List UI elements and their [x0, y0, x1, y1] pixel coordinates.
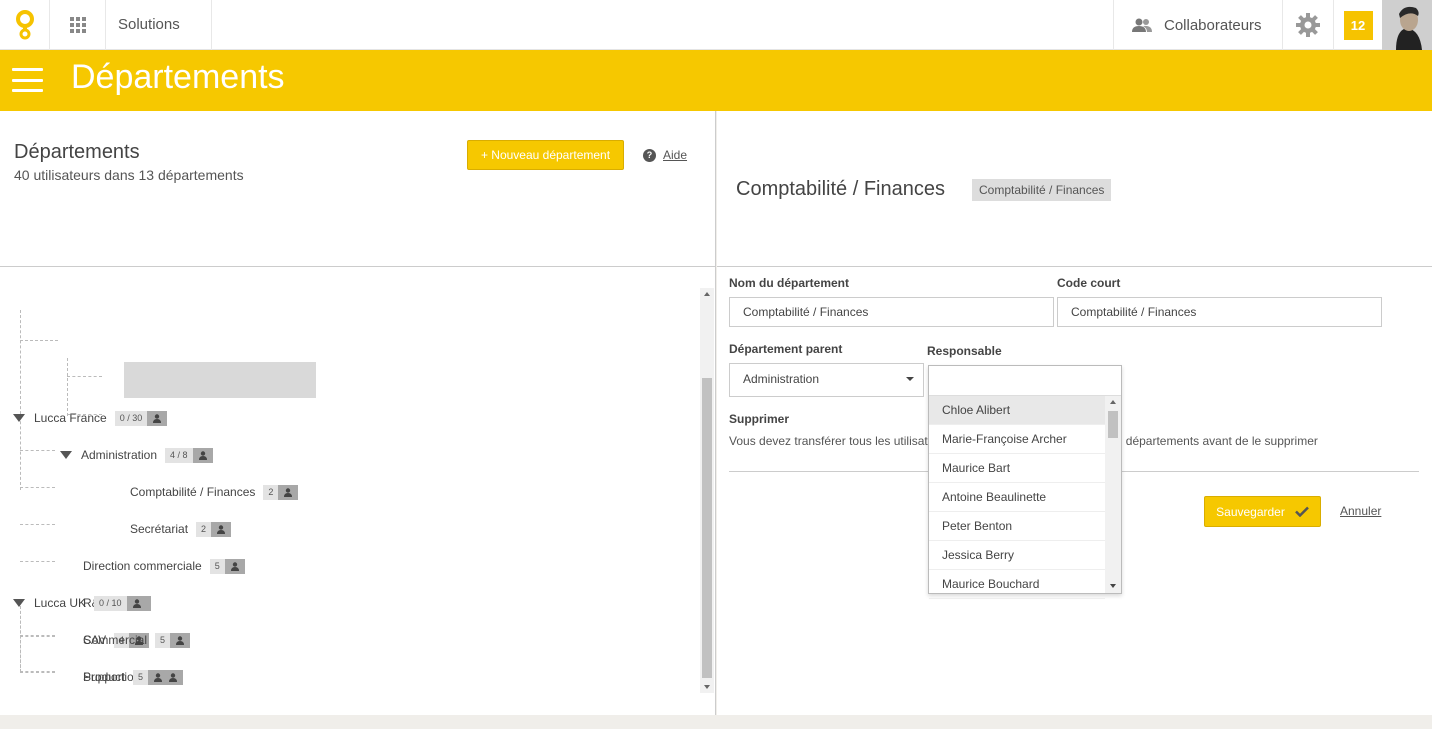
settings-button[interactable] — [1282, 0, 1333, 50]
user-icon — [217, 524, 226, 534]
dropdown-scrollbar[interactable] — [1105, 396, 1121, 593]
manager-option[interactable]: Maurice Bouchard — [929, 570, 1105, 599]
users-icon — [1132, 18, 1152, 32]
right-panel-header: Comptabilité / Finances Comptabilité / F… — [717, 111, 1432, 267]
parent-department-value: Administration — [743, 372, 820, 386]
tree-scrollbar[interactable] — [700, 288, 714, 693]
parent-department-select[interactable]: Administration — [729, 363, 924, 397]
manager-label: Responsable — [927, 344, 1002, 358]
tree-node-administration[interactable]: Administration 4 / 8 — [60, 445, 213, 465]
user-count-badge: 4 / 8 — [165, 447, 213, 463]
cancel-link[interactable]: Annuler — [1340, 504, 1381, 518]
user-count-badge: 2 — [263, 484, 299, 500]
scroll-down-arrow-icon[interactable] — [1110, 584, 1116, 588]
manager-option[interactable]: Chloe Alibert — [929, 396, 1105, 425]
dropdown-scrollbar-thumb[interactable] — [1108, 411, 1118, 438]
departments-summary: 40 utilisateurs dans 13 départements — [14, 167, 244, 183]
scroll-up-arrow-icon[interactable] — [704, 292, 710, 296]
short-code-input[interactable]: Comptabilité / Finances — [1057, 297, 1382, 327]
notifications-button[interactable]: 12 — [1333, 0, 1382, 50]
help-link[interactable]: ? Aide — [643, 148, 687, 162]
hamburger-menu-icon[interactable] — [12, 68, 43, 92]
manager-option[interactable]: Peter Benton — [929, 512, 1105, 541]
user-icon — [132, 598, 141, 608]
departments-heading: Départements — [14, 141, 140, 163]
department-title: Comptabilité / Finances — [736, 178, 945, 200]
logo-icon — [15, 10, 34, 40]
parent-department-label: Département parent — [729, 342, 843, 356]
user-icon — [169, 672, 178, 682]
collaborateurs-link[interactable]: Collaborateurs — [1113, 0, 1282, 50]
user-icon — [230, 561, 239, 571]
new-department-button[interactable]: + Nouveau département — [467, 140, 624, 170]
manager-options-list: Chloe Alibert Marie-Françoise Archer Mau… — [929, 396, 1105, 599]
user-icon — [284, 487, 293, 497]
grid-icon — [69, 17, 86, 33]
department-name-input[interactable]: Comptabilité / Finances — [729, 297, 1054, 327]
manager-option[interactable]: Marie-Françoise Archer — [929, 425, 1105, 454]
notification-count-badge: 12 — [1343, 10, 1373, 40]
user-count-badge: 0 / 30 — [114, 410, 168, 426]
caret-down-icon[interactable] — [60, 451, 72, 459]
avatar-photo-icon — [1382, 0, 1432, 50]
user-avatar[interactable] — [1382, 0, 1432, 50]
tree-node-commercial[interactable]: Commercial 5 — [83, 630, 191, 650]
departments-tree-panel: Départements 40 utilisateurs dans 13 dép… — [0, 111, 716, 715]
department-name-label: Nom du département — [729, 276, 850, 290]
scrollbar-thumb[interactable] — [702, 378, 712, 678]
apps-menu-button[interactable] — [50, 0, 106, 50]
collaborateurs-label: Collaborateurs — [1164, 16, 1262, 34]
manager-option[interactable]: Maurice Bart — [929, 454, 1105, 483]
solutions-link[interactable]: Solutions — [106, 0, 212, 50]
caret-down-icon[interactable] — [13, 414, 25, 422]
user-icon — [176, 635, 185, 645]
user-icon — [198, 450, 207, 460]
manager-option[interactable]: Antoine Beaulinette — [929, 483, 1105, 512]
tree-node-comptabilite-finances[interactable]: Comptabilité / Finances 2 — [130, 482, 299, 502]
short-code-label: Code court — [1057, 276, 1121, 290]
user-count-badge: 0 / 10 — [94, 595, 147, 611]
page-header: Départements — [0, 50, 1432, 111]
lucca-logo[interactable] — [0, 0, 50, 50]
tree-node-support[interactable]: Support 5 — [83, 667, 169, 687]
left-panel-header: Départements 40 utilisateurs dans 13 dép… — [0, 111, 716, 267]
user-count-badge: 5 — [155, 632, 191, 648]
top-navbar: Solutions Collaborateurs 12 — [0, 0, 1432, 50]
user-icon — [154, 672, 163, 682]
user-count-badge: 2 — [196, 521, 232, 537]
gear-icon — [1296, 13, 1320, 37]
user-count-badge: 5 — [209, 558, 245, 574]
delete-section-label: Supprimer — [729, 412, 790, 426]
department-code-tag: Comptabilité / Finances — [972, 179, 1112, 201]
selected-node-highlight — [124, 362, 316, 398]
scroll-down-arrow-icon[interactable] — [704, 685, 710, 689]
user-icon — [153, 413, 162, 423]
tree-node-direction-commerciale[interactable]: Direction commerciale 5 — [83, 556, 245, 576]
manager-select-dropdown[interactable]: Chloe Alibert Marie-Françoise Archer Mau… — [928, 365, 1122, 599]
manager-search-input[interactable] — [929, 366, 1121, 396]
tree-node-lucca-uk[interactable]: Lucca UK 0 / 10 — [13, 593, 147, 613]
save-button-label: Sauvegarder — [1216, 504, 1285, 519]
help-label: Aide — [663, 148, 688, 162]
tree-node-lucca-france[interactable]: Lucca France 0 / 30 — [13, 408, 168, 428]
page-title: Départements — [71, 58, 285, 96]
user-count-badge: 5 — [133, 669, 169, 685]
question-icon: ? — [643, 148, 656, 162]
scroll-up-arrow-icon[interactable] — [1110, 400, 1116, 404]
manager-option[interactable]: Jessica Berry — [929, 541, 1105, 570]
tree-node-secretariat[interactable]: Secrétariat 2 — [130, 519, 232, 539]
chevron-down-icon — [906, 377, 914, 381]
check-icon — [1294, 506, 1309, 517]
caret-down-icon[interactable] — [13, 599, 25, 607]
save-button[interactable]: Sauvegarder — [1204, 496, 1321, 527]
